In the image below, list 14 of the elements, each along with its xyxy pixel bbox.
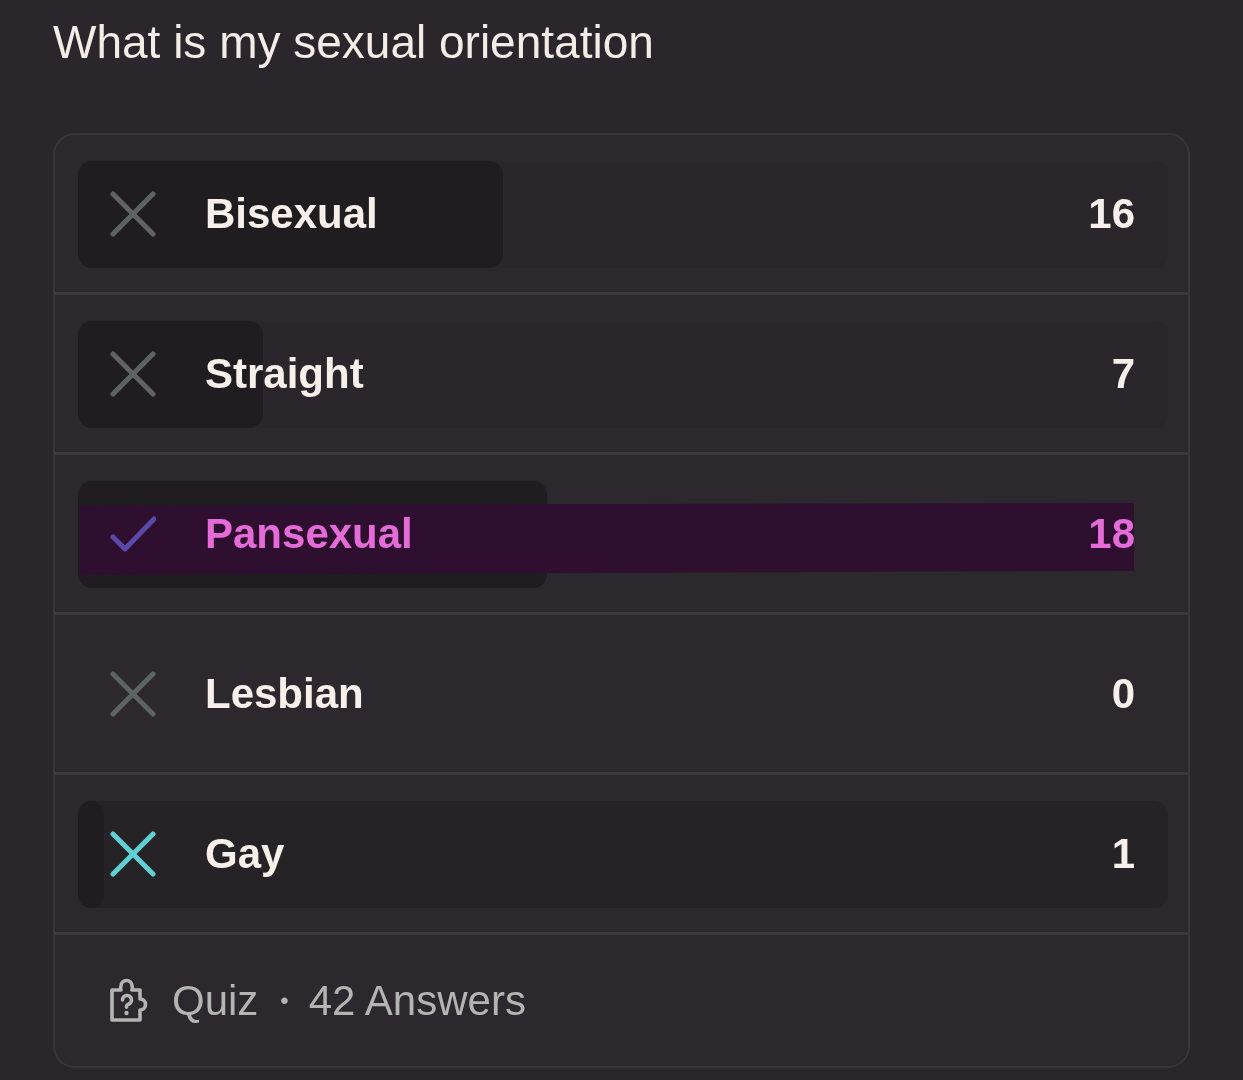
vote-count: 0 (1111, 668, 1135, 719)
answer-label: Bisexual (205, 188, 379, 239)
post-type-label: Quiz (172, 975, 259, 1026)
answer-label: Straight (205, 348, 365, 399)
answer-label: Gay (205, 828, 286, 879)
answer-count: 42 Answers (308, 975, 526, 1026)
vote-count: 16 (1088, 188, 1135, 239)
vote-count: 1 (1111, 828, 1135, 879)
vote-count: 18 (1088, 508, 1135, 559)
answer-label: Pansexual (205, 508, 414, 559)
question-title: What is my sexual orientation (53, 15, 654, 70)
answer-label: Lesbian (205, 668, 365, 719)
vote-count: 7 (1111, 348, 1135, 399)
bullet-separator: • (280, 985, 289, 1016)
